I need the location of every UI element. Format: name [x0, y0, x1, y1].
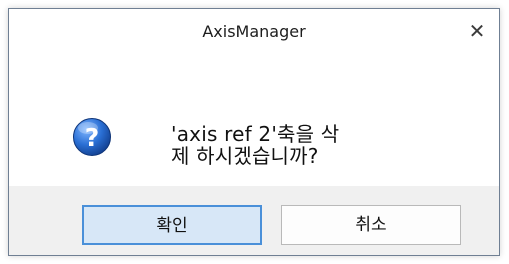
cancel-button[interactable]: 취소 — [281, 205, 461, 245]
question-icon-graphic: ? — [73, 118, 111, 156]
dialog-window: AxisManager ✕ ? 'axis ref 2'축을 삭 제 하시겠습니… — [8, 8, 500, 256]
question-icon: ? — [72, 117, 112, 157]
close-icon[interactable]: ✕ — [455, 11, 499, 51]
dialog-content: ? 'axis ref 2'축을 삭 제 하시겠습니까? — [9, 55, 499, 186]
title-bar[interactable]: AxisManager ✕ — [9, 9, 499, 55]
svg-text:?: ? — [85, 123, 100, 152]
window-title: AxisManager — [202, 22, 306, 41]
ok-button[interactable]: 확인 — [82, 205, 262, 245]
confirm-message: 'axis ref 2'축을 삭 제 하시겠습니까? — [171, 122, 340, 168]
button-bar: 확인 취소 — [9, 186, 499, 255]
